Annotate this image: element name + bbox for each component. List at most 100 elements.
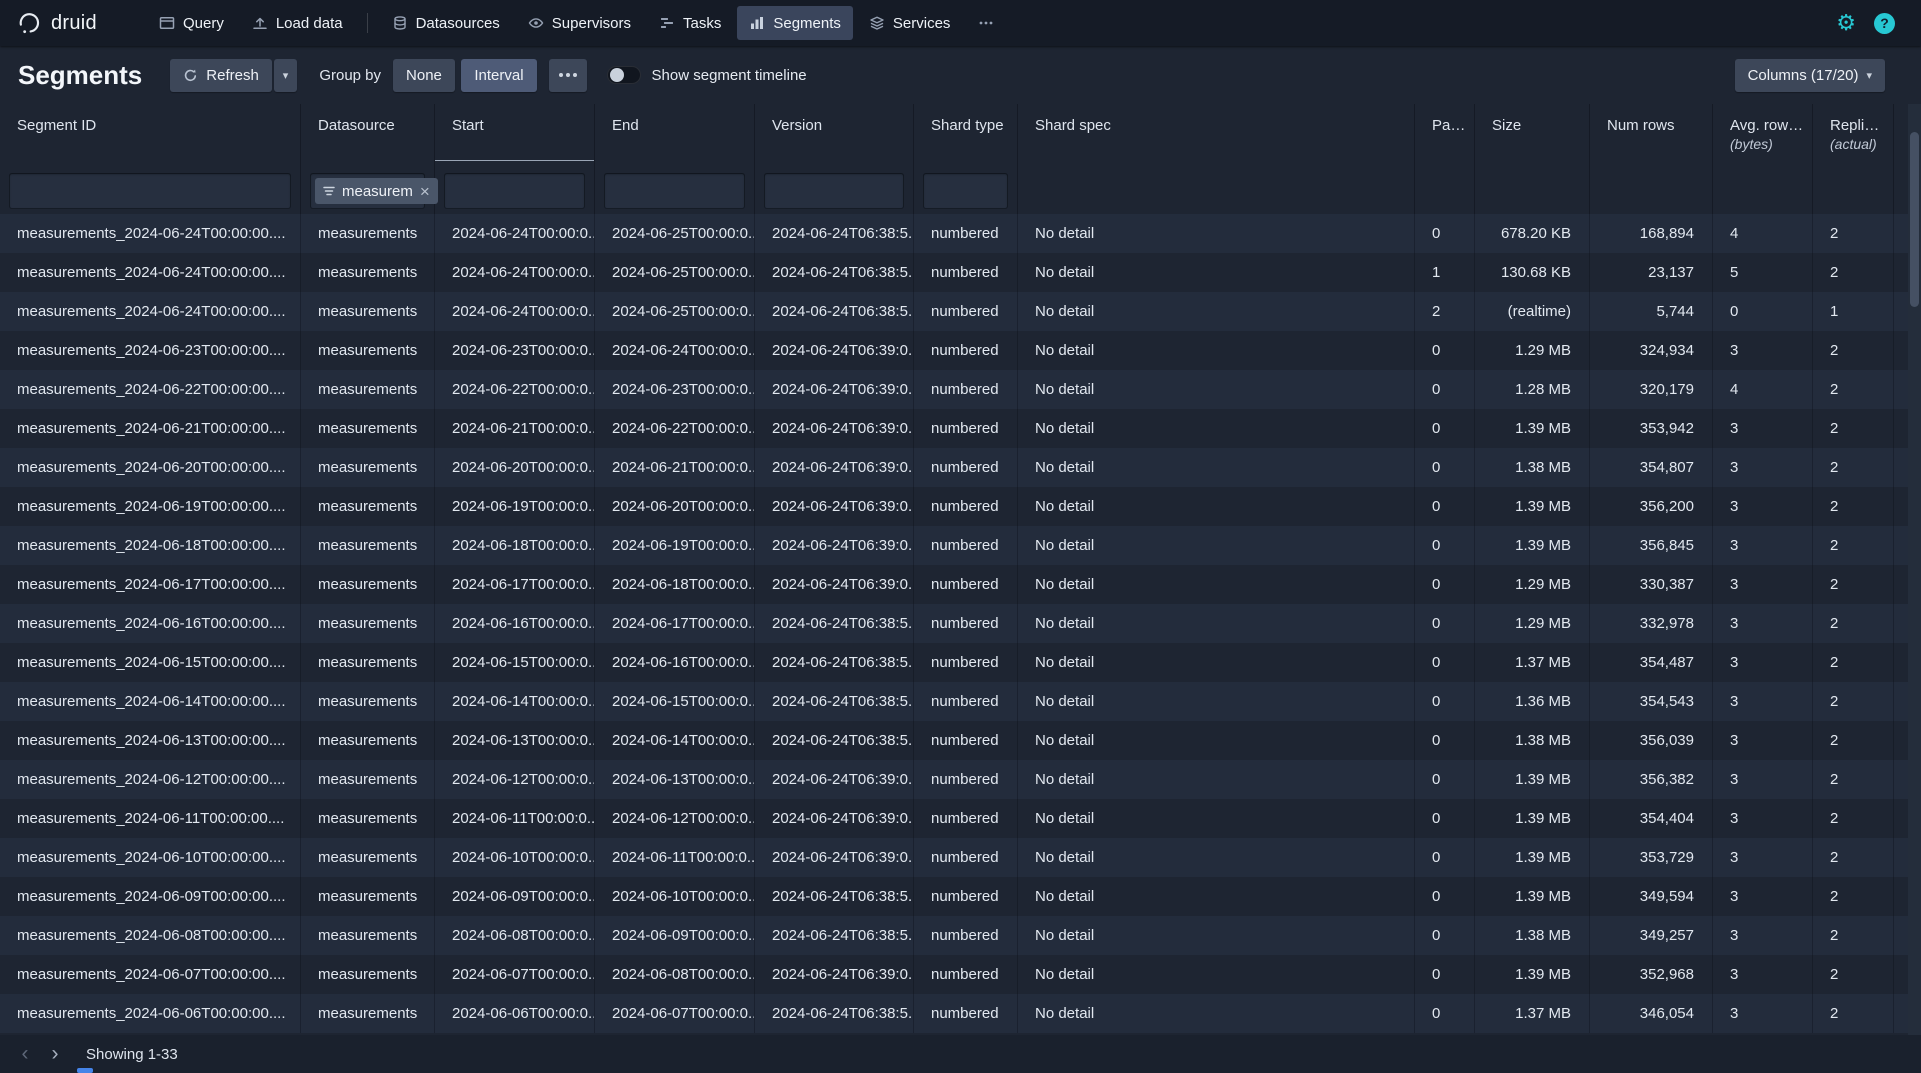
cell-datasource: measurements [301, 838, 435, 877]
cell-partition: 0 [1415, 955, 1475, 994]
cell-start: 2024-06-24T00:00:0... [435, 214, 595, 253]
start-filter-input[interactable] [444, 173, 585, 209]
end-filter-input[interactable] [604, 173, 745, 209]
table-row[interactable]: measurements_2024-06-23T00:00:00.... mea… [0, 331, 1921, 370]
table-row[interactable]: measurements_2024-06-11T00:00:00.... mea… [0, 799, 1921, 838]
column-header-partition[interactable]: Partition [1415, 104, 1475, 168]
table-row[interactable]: measurements_2024-06-12T00:00:00.... mea… [0, 760, 1921, 799]
cell-size: 1.37 MB [1475, 643, 1590, 682]
segment-id-filter-input[interactable] [9, 173, 291, 209]
column-header-replicas[interactable]: Replicas(actual) [1813, 104, 1894, 168]
table-row[interactable]: measurements_2024-06-21T00:00:00.... mea… [0, 409, 1921, 448]
settings-gear-icon[interactable]: ⚙ [1836, 12, 1856, 34]
group-by-interval-button[interactable]: Interval [461, 59, 536, 92]
cell-avg-row-size: 3 [1713, 604, 1813, 643]
table-row[interactable]: measurements_2024-06-10T00:00:00.... mea… [0, 838, 1921, 877]
nav-item-datasources[interactable]: Datasources [380, 6, 512, 40]
nav-item-segments[interactable]: Segments [737, 6, 853, 40]
column-header-segment-id[interactable]: Segment ID [0, 104, 301, 168]
group-by-label: Group by [319, 67, 381, 84]
cell-num-rows: 354,807 [1590, 448, 1713, 487]
table-row[interactable]: measurements_2024-06-08T00:00:00.... mea… [0, 916, 1921, 955]
table-row[interactable]: measurements_2024-06-14T00:00:00.... mea… [0, 682, 1921, 721]
table-row[interactable]: measurements_2024-06-24T00:00:00.... mea… [0, 253, 1921, 292]
shard-type-filter-input[interactable] [923, 173, 1008, 209]
cell-shard-type: numbered [914, 643, 1018, 682]
druid-brand[interactable]: druid [16, 10, 97, 36]
cell-datasource: measurements [301, 487, 435, 526]
next-page-button[interactable]: › [40, 1039, 70, 1069]
help-icon[interactable]: ? [1874, 13, 1895, 34]
table-row[interactable]: measurements_2024-06-18T00:00:00.... mea… [0, 526, 1921, 565]
table-row[interactable]: measurements_2024-06-24T00:00:00.... mea… [0, 292, 1921, 331]
table-row[interactable]: measurements_2024-06-15T00:00:00.... mea… [0, 643, 1921, 682]
previous-page-button[interactable]: ‹ [10, 1039, 40, 1069]
table-row[interactable]: measurements_2024-06-16T00:00:00.... mea… [0, 604, 1921, 643]
cell-avg-row-size: 3 [1713, 955, 1813, 994]
table-row[interactable]: measurements_2024-06-19T00:00:00.... mea… [0, 487, 1921, 526]
group-by-none-button[interactable]: None [393, 59, 455, 92]
vertical-scrollbar-thumb[interactable] [1910, 132, 1919, 307]
refresh-button[interactable]: Refresh [170, 59, 272, 92]
cell-size: 1.29 MB [1475, 565, 1590, 604]
cell-replicas: 2 [1813, 448, 1894, 487]
cell-datasource: measurements [301, 721, 435, 760]
remove-filter-icon[interactable]: × [420, 183, 430, 200]
cell-version: 2024-06-24T06:39:0... [755, 955, 914, 994]
table-row[interactable]: measurements_2024-06-09T00:00:00.... mea… [0, 877, 1921, 916]
column-header-num-rows[interactable]: Num rows [1590, 104, 1713, 168]
cell-num-rows: 5,744 [1590, 292, 1713, 331]
refresh-interval-dropdown-button[interactable]: ▾ [274, 59, 298, 92]
table-row[interactable]: measurements_2024-06-22T00:00:00.... mea… [0, 370, 1921, 409]
cell-num-rows: 356,845 [1590, 526, 1713, 565]
cell-replicas: 2 [1813, 565, 1894, 604]
show-segment-timeline-switch[interactable] [607, 66, 641, 84]
gantt-icon [659, 15, 675, 31]
cell-shard-spec: No detail [1018, 994, 1415, 1033]
version-filter-input[interactable] [764, 173, 904, 209]
cell-replicas: 2 [1813, 877, 1894, 916]
cell-num-rows: 320,179 [1590, 370, 1713, 409]
table-row[interactable]: measurements_2024-06-20T00:00:00.... mea… [0, 448, 1921, 487]
cell-num-rows: 332,978 [1590, 604, 1713, 643]
cell-start: 2024-06-16T00:00:0... [435, 604, 595, 643]
cell-end: 2024-06-13T00:00:0... [595, 760, 755, 799]
column-header-datasource[interactable]: Datasource [301, 104, 435, 168]
column-header-avg-row-size[interactable]: Avg. row size(bytes) [1713, 104, 1813, 168]
cell-num-rows: 330,387 [1590, 565, 1713, 604]
filter-cell [435, 168, 595, 214]
column-header-shard-spec[interactable]: Shard spec [1018, 104, 1415, 168]
table-row[interactable]: measurements_2024-06-17T00:00:00.... mea… [0, 565, 1921, 604]
nav-more-button[interactable] [966, 6, 1006, 40]
cell-replicas: 2 [1813, 604, 1894, 643]
filter-cell [0, 168, 301, 214]
nav-item-services[interactable]: Services [857, 6, 963, 40]
cell-shard-spec: No detail [1018, 955, 1415, 994]
nav-item-query[interactable]: Query [147, 6, 236, 40]
cell-shard-type: numbered [914, 994, 1018, 1033]
nav-item-supervisors[interactable]: Supervisors [516, 6, 643, 40]
column-header-size[interactable]: Size [1475, 104, 1590, 168]
column-header-end[interactable]: End [595, 104, 755, 168]
table-row[interactable]: measurements_2024-06-24T00:00:00.... mea… [0, 214, 1921, 253]
column-header-start[interactable]: Start [435, 104, 595, 168]
cell-partition: 1 [1415, 253, 1475, 292]
nav-item-load-data[interactable]: Load data [240, 6, 355, 40]
table-row[interactable]: measurements_2024-06-06T00:00:00.... mea… [0, 994, 1921, 1033]
horizontal-scrollbar-thumb[interactable] [77, 1068, 93, 1073]
cell-partition: 0 [1415, 409, 1475, 448]
nav-item-label: Query [183, 15, 224, 32]
columns-picker-button[interactable]: Columns (17/20) ▾ [1735, 59, 1885, 92]
cell-avg-row-size: 3 [1713, 526, 1813, 565]
table-row[interactable]: measurements_2024-06-07T00:00:00.... mea… [0, 955, 1921, 994]
nav-item-tasks[interactable]: Tasks [647, 6, 733, 40]
table-row[interactable]: measurements_2024-06-13T00:00:00.... mea… [0, 721, 1921, 760]
top-navbar: druid Query Load data [0, 0, 1921, 46]
column-header-version[interactable]: Version [755, 104, 914, 168]
vertical-scrollbar[interactable] [1908, 104, 1921, 1035]
more-actions-button[interactable] [549, 59, 587, 92]
filter-cell [914, 168, 1018, 214]
datasource-filter-input[interactable]: measurem × [310, 173, 425, 209]
column-header-shard-type[interactable]: Shard type [914, 104, 1018, 168]
cell-end: 2024-06-18T00:00:0... [595, 565, 755, 604]
